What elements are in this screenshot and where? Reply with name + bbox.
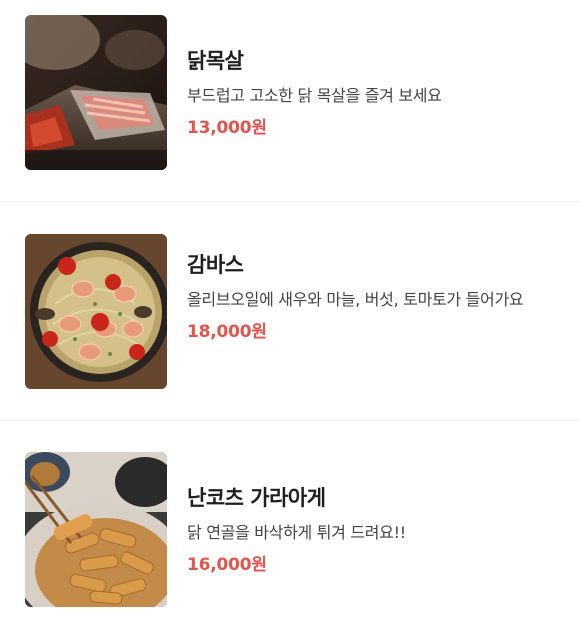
menu-item-chicken-neck[interactable]: 닭목살 부드럽고 고소한 닭 목살을 즐겨 보세요 13,000원 <box>0 15 580 201</box>
gambas-shrimp-pan-photo-icon <box>25 234 167 389</box>
divider <box>0 201 580 202</box>
menu-item-name: 감바스 <box>187 253 244 277</box>
menu-item-price: 16,000원 <box>187 555 267 575</box>
menu-item-photo[interactable] <box>25 15 167 170</box>
menu-item-price: 13,000원 <box>187 118 267 138</box>
menu-item-info: 난코츠 가라아게 닭 연골을 바삭하게 튀겨 드려요!! 16,000원 <box>187 452 567 578</box>
menu-item-photo[interactable] <box>25 234 167 389</box>
menu-item-name: 닭목살 <box>187 49 244 73</box>
divider <box>0 420 580 421</box>
menu-item-info: 감바스 올리브오일에 새우와 마늘, 버섯, 토마토가 들어가요 18,000원 <box>187 234 567 345</box>
menu-item-description: 올리브오일에 새우와 마늘, 버섯, 토마토가 들어가요 <box>187 290 524 309</box>
menu-item-price: 18,000원 <box>187 322 267 342</box>
fried-chicken-cartilage-photo-icon <box>25 452 167 607</box>
menu-item-photo[interactable] <box>25 452 167 607</box>
menu-item-gambas[interactable]: 감바스 올리브오일에 새우와 마늘, 버섯, 토마토가 들어가요 18,000원 <box>0 234 580 420</box>
menu-item-name: 난코츠 가라아게 <box>187 486 326 510</box>
menu-item-info: 닭목살 부드럽고 고소한 닭 목살을 즐겨 보세요 13,000원 <box>187 15 567 141</box>
menu-item-description: 부드럽고 고소한 닭 목살을 즐겨 보세요 <box>187 86 442 105</box>
grilled-chicken-neck-photo-icon <box>25 15 167 170</box>
menu-item-nankotsu-karaage[interactable]: 난코츠 가라아게 닭 연골을 바삭하게 튀겨 드려요!! 16,000원 <box>0 452 580 631</box>
menu-list: 닭목살 부드럽고 고소한 닭 목살을 즐겨 보세요 13,000원 감바스 올리… <box>0 0 580 631</box>
menu-item-description: 닭 연골을 바삭하게 튀겨 드려요!! <box>187 523 406 542</box>
